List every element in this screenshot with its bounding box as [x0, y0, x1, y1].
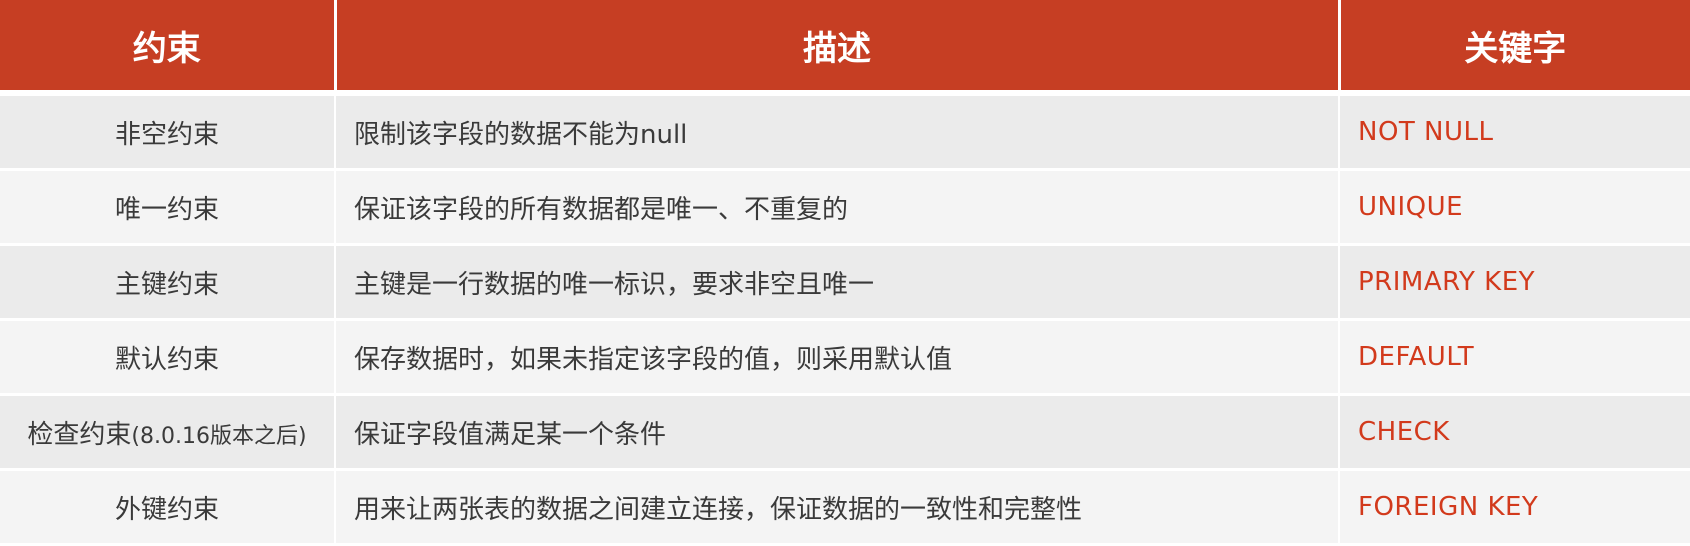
- header-keyword: 关键字: [1339, 0, 1690, 96]
- description-cell: 保存数据时，如果未指定该字段的值，则采用默认值: [335, 319, 1340, 396]
- constraint-name-cell: 外键约束: [0, 469, 336, 546]
- constraint-name: 默认约束: [114, 344, 219, 375]
- constraint-note: (8.0.16版本之后): [131, 423, 307, 449]
- constraints-table-container: 约束 描述 关键字 非空约束 限制该字段的数据不能为null NOT NULL …: [0, 0, 1690, 546]
- constraint-name-cell: 主键约束: [0, 244, 336, 321]
- header-constraint: 约束: [0, 0, 337, 96]
- header-row: 约束 描述 关键字: [0, 0, 1690, 96]
- table-row: 唯一约束 保证该字段的所有数据都是唯一、不重复的 UNIQUE: [0, 169, 1690, 246]
- constraint-name: 唯一约束: [114, 194, 219, 225]
- keyword-cell: NOT NULL: [1339, 93, 1690, 171]
- constraint-name-cell: 默认约束: [0, 319, 336, 396]
- description-cell: 用来让两张表的数据之间建立连接，保证数据的一致性和完整性: [335, 469, 1340, 546]
- description-cell: 保证该字段的所有数据都是唯一、不重复的: [335, 169, 1340, 246]
- header-description: 描述: [335, 0, 1341, 96]
- constraint-name-cell: 检查约束(8.0.16版本之后): [0, 394, 336, 471]
- keyword-cell: DEFAULT: [1339, 319, 1690, 396]
- table-row: 主键约束 主键是一行数据的唯一标识，要求非空且唯一 PRIMARY KEY: [0, 244, 1690, 321]
- constraint-name: 检查约束: [27, 419, 132, 450]
- description-cell: 限制该字段的数据不能为null: [335, 93, 1340, 171]
- table-body: 非空约束 限制该字段的数据不能为null NOT NULL 唯一约束 保证该字段…: [0, 93, 1690, 546]
- table-header: 约束 描述 关键字: [0, 0, 1690, 96]
- constraint-name: 非空约束: [114, 119, 219, 150]
- table-row: 默认约束 保存数据时，如果未指定该字段的值，则采用默认值 DEFAULT: [0, 319, 1690, 396]
- description-cell: 主键是一行数据的唯一标识，要求非空且唯一: [335, 244, 1340, 321]
- constraint-name: 主键约束: [114, 269, 219, 300]
- keyword-cell: PRIMARY KEY: [1339, 244, 1690, 321]
- description-cell: 保证字段值满足某一个条件: [335, 394, 1340, 471]
- constraint-name: 外键约束: [114, 494, 219, 525]
- table-row: 非空约束 限制该字段的数据不能为null NOT NULL: [0, 93, 1690, 171]
- constraint-name-cell: 唯一约束: [0, 169, 336, 246]
- table-row: 检查约束(8.0.16版本之后) 保证字段值满足某一个条件 CHECK: [0, 394, 1690, 471]
- constraint-name-cell: 非空约束: [0, 93, 336, 171]
- constraints-table: 约束 描述 关键字 非空约束 限制该字段的数据不能为null NOT NULL …: [0, 0, 1690, 546]
- keyword-cell: CHECK: [1339, 394, 1690, 471]
- keyword-cell: UNIQUE: [1339, 169, 1690, 246]
- table-row: 外键约束 用来让两张表的数据之间建立连接，保证数据的一致性和完整性 FOREIG…: [0, 469, 1690, 546]
- keyword-cell: FOREIGN KEY: [1339, 469, 1690, 546]
